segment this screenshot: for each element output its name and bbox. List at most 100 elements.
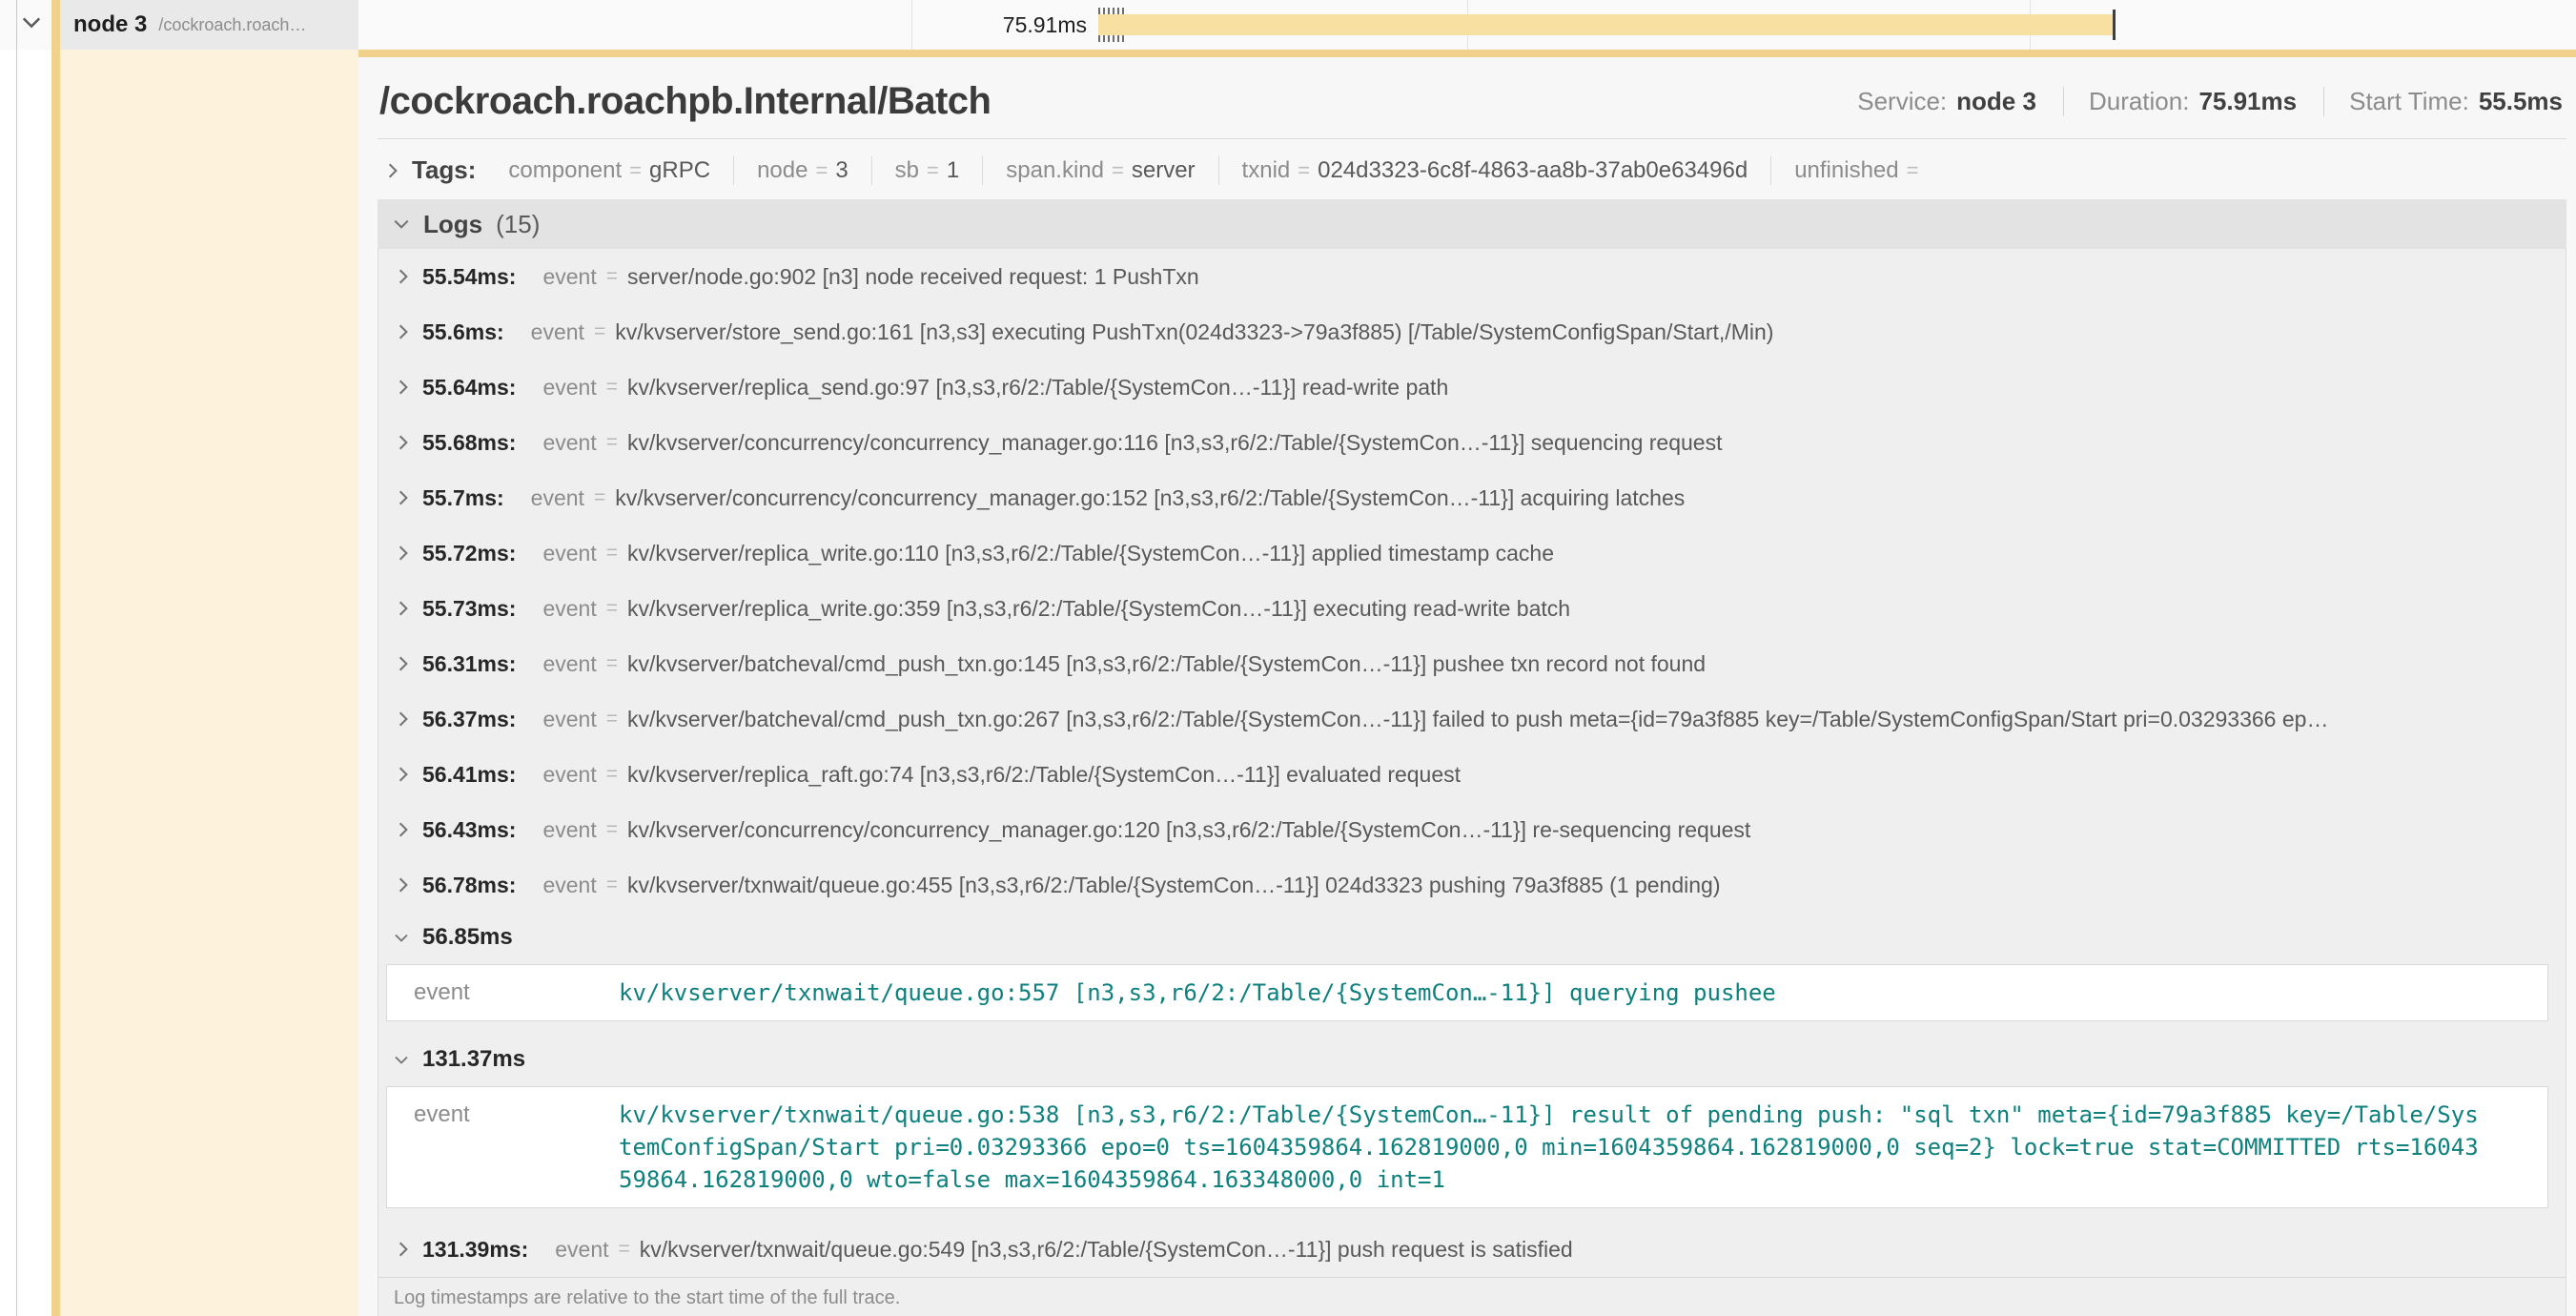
log-message: kv/kvserver/concurrency/concurrency_mana… <box>627 430 1722 456</box>
equals-sign: = <box>606 265 618 288</box>
overview-value: node 3 <box>1956 87 2036 116</box>
tags-label: Tags: <box>412 155 476 185</box>
log-field-key: event <box>542 541 596 566</box>
chevron-down-icon <box>393 218 410 230</box>
log-timestamp: 55.7ms: <box>422 485 504 511</box>
tag-value: gRPC <box>649 156 710 185</box>
log-timestamp: 55.73ms: <box>422 596 516 622</box>
tag-key: unfinished <box>1794 156 1898 185</box>
log-row[interactable]: 55.6ms: event = kv/kvserver/store_send.g… <box>378 304 2566 360</box>
equals-sign: = <box>606 431 618 454</box>
logs-section-toggle[interactable]: Logs (15) <box>378 199 2566 249</box>
equals-sign: = <box>808 156 835 185</box>
timeline-gridline <box>911 0 912 50</box>
log-field-key: event <box>542 817 596 843</box>
chevron-right-icon <box>398 268 409 285</box>
log-field-key: event <box>531 485 584 511</box>
chevron-right-icon <box>398 655 409 672</box>
overview-value: 55.5ms <box>2479 87 2563 116</box>
log-timestamp: 56.31ms: <box>422 651 516 677</box>
equals-sign: = <box>606 376 618 399</box>
log-message: kv/kvserver/batcheval/cmd_push_txn.go:26… <box>627 707 2328 732</box>
chevron-right-icon <box>398 489 409 506</box>
chevron-right-icon <box>398 710 409 728</box>
log-timestamp: 131.39ms: <box>422 1237 528 1263</box>
span-operation-name: /cockroach.roach… <box>158 15 306 35</box>
log-timestamp: 55.68ms: <box>422 430 516 456</box>
log-timestamp: 56.85ms <box>422 924 513 951</box>
log-row[interactable]: 55.73ms: event = kv/kvserver/replica_wri… <box>378 581 2566 636</box>
tag-value: server <box>1132 156 1196 185</box>
span-detail-header: /cockroach.roachpb.Internal/Batch Servic… <box>378 57 2566 123</box>
log-row[interactable]: 131.39ms: event = kv/kvserver/txnwait/qu… <box>378 1222 2566 1277</box>
chevron-right-icon <box>398 821 409 838</box>
log-row[interactable]: 56.37ms: event = kv/kvserver/batcheval/c… <box>378 691 2566 747</box>
overview-label: Duration: <box>2089 87 2190 116</box>
log-field-key: event <box>542 375 596 401</box>
span-name-cell[interactable]: node 3 /cockroach.roach… <box>60 0 358 50</box>
log-row[interactable]: 56.78ms: event = kv/kvserver/txnwait/que… <box>378 857 2566 913</box>
log-timestamp: 56.41ms: <box>422 762 516 788</box>
equals-sign: = <box>594 486 605 509</box>
log-field-key: event <box>542 596 596 622</box>
log-row[interactable]: 56.43ms: event = kv/kvserver/concurrency… <box>378 802 2566 857</box>
log-timestamp: 56.37ms: <box>422 707 516 732</box>
overview-item: Duration: 75.91ms <box>2063 87 2299 116</box>
log-field-key: event <box>414 977 619 1009</box>
expanded-log-header[interactable]: 56.85ms <box>378 913 2566 962</box>
equals-sign: = <box>1104 156 1132 185</box>
log-field-key: event <box>542 651 596 677</box>
log-field-key: event <box>531 319 584 345</box>
chevron-down-icon[interactable] <box>21 15 42 34</box>
log-message: kv/kvserver/replica_send.go:97 [n3,s3,r6… <box>627 375 1448 401</box>
equals-sign: = <box>606 652 618 675</box>
overview-item: Start Time: 55.5ms <box>2323 87 2565 116</box>
log-row[interactable]: 55.54ms: event = server/node.go:902 [n3]… <box>378 249 2566 304</box>
span-overview: Service: node 3 Duration: 75.91ms Start … <box>1855 87 2565 116</box>
log-timestamp: 55.72ms: <box>422 541 516 566</box>
log-row[interactable]: 55.7ms: event = kv/kvserver/concurrency/… <box>378 470 2566 525</box>
tags-toggle[interactable]: Tags: <box>387 155 476 185</box>
overview-label: Service: <box>1857 87 1947 116</box>
log-row[interactable]: 56.41ms: event = kv/kvserver/replica_raf… <box>378 747 2566 802</box>
chevron-right-icon <box>398 379 409 396</box>
expanded-log-header[interactable]: 131.37ms <box>378 1035 2566 1084</box>
tag-item: component = gRPC <box>485 156 733 185</box>
tag-item: span.kind = server <box>982 156 1217 185</box>
log-row[interactable]: 55.64ms: event = kv/kvserver/replica_sen… <box>378 360 2566 415</box>
chevron-right-icon <box>398 600 409 617</box>
equals-sign: = <box>1290 156 1318 185</box>
tag-value: 1 <box>947 156 959 185</box>
service-color-stripe <box>51 0 60 1316</box>
log-row[interactable]: 56.31ms: event = kv/kvserver/batcheval/c… <box>378 636 2566 691</box>
equals-sign: = <box>919 156 947 185</box>
log-field-key: event <box>555 1237 608 1263</box>
chevron-right-icon <box>398 876 409 894</box>
log-row[interactable]: 55.68ms: event = kv/kvserver/concurrency… <box>378 415 2566 470</box>
tags-row: Tags: component = gRPC node = 3 sb = <box>378 139 2566 199</box>
logs-count: (15) <box>496 210 540 239</box>
equals-sign: = <box>606 874 618 896</box>
log-timestamp: 55.64ms: <box>422 375 516 401</box>
tree-guide-line <box>16 0 17 1316</box>
chevron-down-icon <box>394 1055 409 1065</box>
tag-item: unfinished = <box>1770 156 1949 185</box>
tag-key: span.kind <box>1006 156 1104 185</box>
log-message: kv/kvserver/txnwait/queue.go:549 [n3,s3,… <box>640 1237 1573 1263</box>
tag-item: sb = 1 <box>871 156 983 185</box>
log-message: kv/kvserver/replica_write.go:110 [n3,s3,… <box>627 541 1554 566</box>
logs-list: 55.54ms: event = server/node.go:902 [n3]… <box>378 249 2566 1316</box>
log-row[interactable]: 55.72ms: event = kv/kvserver/replica_wri… <box>378 525 2566 581</box>
log-field-key: event <box>542 264 596 290</box>
chevron-down-icon <box>394 933 409 943</box>
log-field-value: kv/kvserver/txnwait/queue.go:557 [n3,s3,… <box>619 977 2483 1009</box>
log-timestamp: 56.78ms: <box>422 873 516 898</box>
log-message: kv/kvserver/txnwait/queue.go:455 [n3,s3,… <box>627 873 1721 898</box>
log-message: kv/kvserver/concurrency/concurrency_mana… <box>627 817 1750 843</box>
tag-value: 3 <box>835 156 848 185</box>
log-message: server/node.go:902 [n3] node received re… <box>627 264 1199 290</box>
span-duration-bar[interactable] <box>1098 14 2115 35</box>
log-field-key: event <box>542 873 596 898</box>
chevron-right-icon <box>398 766 409 783</box>
collapsed-log-rows: 55.54ms: event = server/node.go:902 [n3]… <box>378 249 2566 913</box>
